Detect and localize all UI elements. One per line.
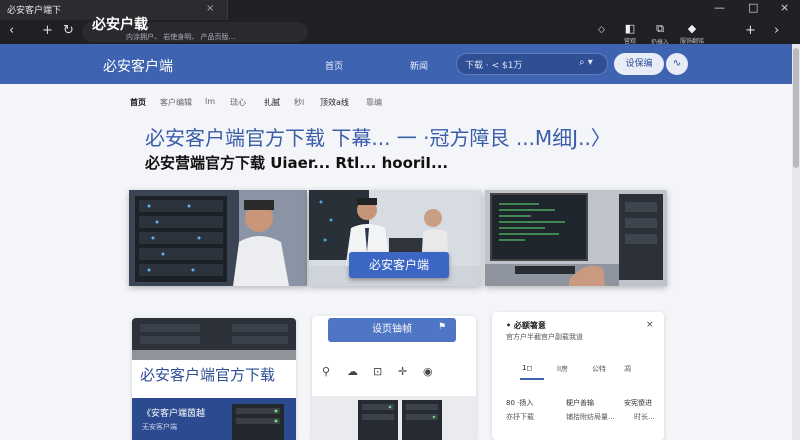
pin-icon[interactable]: ⚲	[322, 365, 330, 378]
panel-value: 安宪傻进	[624, 399, 652, 407]
address-title: 必安户载	[92, 17, 148, 33]
card-footer-subtitle: 无安客户端	[142, 423, 177, 431]
address-bar[interactable]: 必安户载 内涂拥户、 岩使身明、 产品页版…	[82, 17, 308, 42]
tab-title: 必安客户端下	[7, 6, 62, 16]
add-icon[interactable]: +	[745, 23, 756, 38]
extension-button-2[interactable]: ⧉ 扔搞入	[645, 22, 675, 46]
tab-close-icon[interactable]: ×	[206, 3, 214, 14]
lock-icon: ◇	[598, 25, 605, 35]
minimize-icon[interactable]: —	[714, 1, 725, 14]
subnav-item[interactable]: 琺心	[230, 97, 246, 108]
server-rack-image	[312, 396, 476, 440]
screen-icon[interactable]: ⊡	[373, 365, 382, 378]
extension-button-3[interactable]: ◆ 服饰翻铭	[677, 22, 707, 45]
address-subtitle: 内涂拥户、 岩使身明、 产品页版…	[126, 33, 236, 41]
nav-news[interactable]: 新闻	[410, 59, 428, 72]
extension-button-1[interactable]: ◧ 营观	[615, 22, 645, 45]
server-icon	[232, 404, 284, 440]
extension-icon: ◧	[624, 22, 636, 35]
panel-tab[interactable]: 公特	[592, 364, 606, 374]
flag-icon[interactable]: ⚑	[438, 322, 446, 332]
search-icon[interactable]: ⌕ ▾	[579, 57, 593, 68]
card-tools-button[interactable]: 设页铀帧	[328, 318, 456, 342]
maximize-icon[interactable]: □	[748, 1, 758, 14]
card-banner-illustration	[132, 318, 296, 360]
extension-icon: ⧉	[656, 22, 664, 35]
panel-value: 梗户善输	[566, 399, 594, 407]
server-room-illustration	[129, 190, 307, 286]
panel-value: 铺拾附纺局量...	[566, 413, 615, 421]
back-icon[interactable]: ‹	[9, 23, 14, 38]
page-scrollbar[interactable]	[792, 44, 800, 440]
subnav-item[interactable]: 顶效a线	[320, 97, 349, 108]
panel-tab[interactable]: 凋	[624, 364, 631, 374]
panel-value: 时长...	[634, 413, 655, 421]
panel-close-icon[interactable]: ×	[646, 320, 654, 330]
sub-navigation: 首页 客户编辑 lm 琺心 扎腻 秒l 顶效a线 靠编	[0, 84, 800, 122]
page-subheadline: 必安营端官方下载 Uiaer... Rtl... hooriI...	[145, 154, 449, 172]
browser-toolbar: ‹ + ↻ 必安户载 内涂拥户、 岩使身明、 产品页版… ◇ ◧ 营观 ⧉ 扔搞…	[0, 17, 800, 46]
site-brand[interactable]: 必安客户端	[103, 56, 173, 76]
record-icon[interactable]: ◉	[423, 365, 433, 378]
move-icon[interactable]: ✛	[398, 365, 407, 378]
activity-icon[interactable]: ∿	[666, 53, 688, 75]
panel-value: 80 ·扬入	[506, 399, 534, 407]
new-tab-icon[interactable]: +	[42, 23, 53, 38]
subnav-item[interactable]: 靠编	[366, 97, 382, 108]
hero-badge[interactable]: 必安客户端	[349, 252, 449, 278]
panel-tab[interactable]: 1◻	[522, 364, 532, 372]
workstation-illustration	[485, 190, 667, 286]
subnav-item[interactable]: 秒l	[294, 97, 304, 108]
reload-icon[interactable]: ↻	[63, 23, 74, 38]
panel-value: 亦抒下载	[506, 413, 534, 421]
scrollbar-thumb[interactable]	[793, 48, 799, 168]
card-download-footer[interactable]: 《安客户端茵越 无安客户端	[132, 398, 296, 440]
header-action-button[interactable]: 设保编	[614, 53, 664, 75]
hero-image-server-technician[interactable]	[129, 190, 307, 286]
panel-tab[interactable]: lI房	[557, 364, 568, 374]
search-box[interactable]: ⌕ ▾	[456, 53, 608, 75]
hero-image-workstation[interactable]	[485, 190, 667, 286]
subnav-item[interactable]: 扎腻	[264, 97, 280, 108]
panel-tab-indicator	[520, 378, 544, 380]
subnav-item[interactable]: lm	[205, 97, 215, 106]
page-headline: 必安客户端官方下载 下幕... 一 ·冠方障艮 ...M细J..〉	[145, 126, 611, 150]
card-download-title[interactable]: 必安客户端官方下载	[140, 364, 275, 385]
close-window-icon[interactable]: ×	[780, 1, 789, 14]
site-header: 必安客户端 首页 新闻 ⌕ ▾ 设保编 ∿	[0, 44, 800, 84]
nav-home[interactable]: 首页	[325, 59, 343, 72]
menu-chevron-icon[interactable]: ›	[774, 23, 779, 38]
card-footer-title: 《安客户端茵越	[142, 409, 206, 419]
subnav-item[interactable]: 首页	[130, 97, 146, 108]
panel-description: 官方户半截官户副载我道	[506, 333, 583, 341]
extension-icon: ◆	[687, 22, 697, 35]
search-input[interactable]	[465, 59, 575, 69]
panel-title: • 必额箸意	[506, 321, 546, 330]
cloud-icon[interactable]: ☁	[347, 365, 358, 378]
subnav-item[interactable]: 客户编辑	[160, 97, 192, 108]
